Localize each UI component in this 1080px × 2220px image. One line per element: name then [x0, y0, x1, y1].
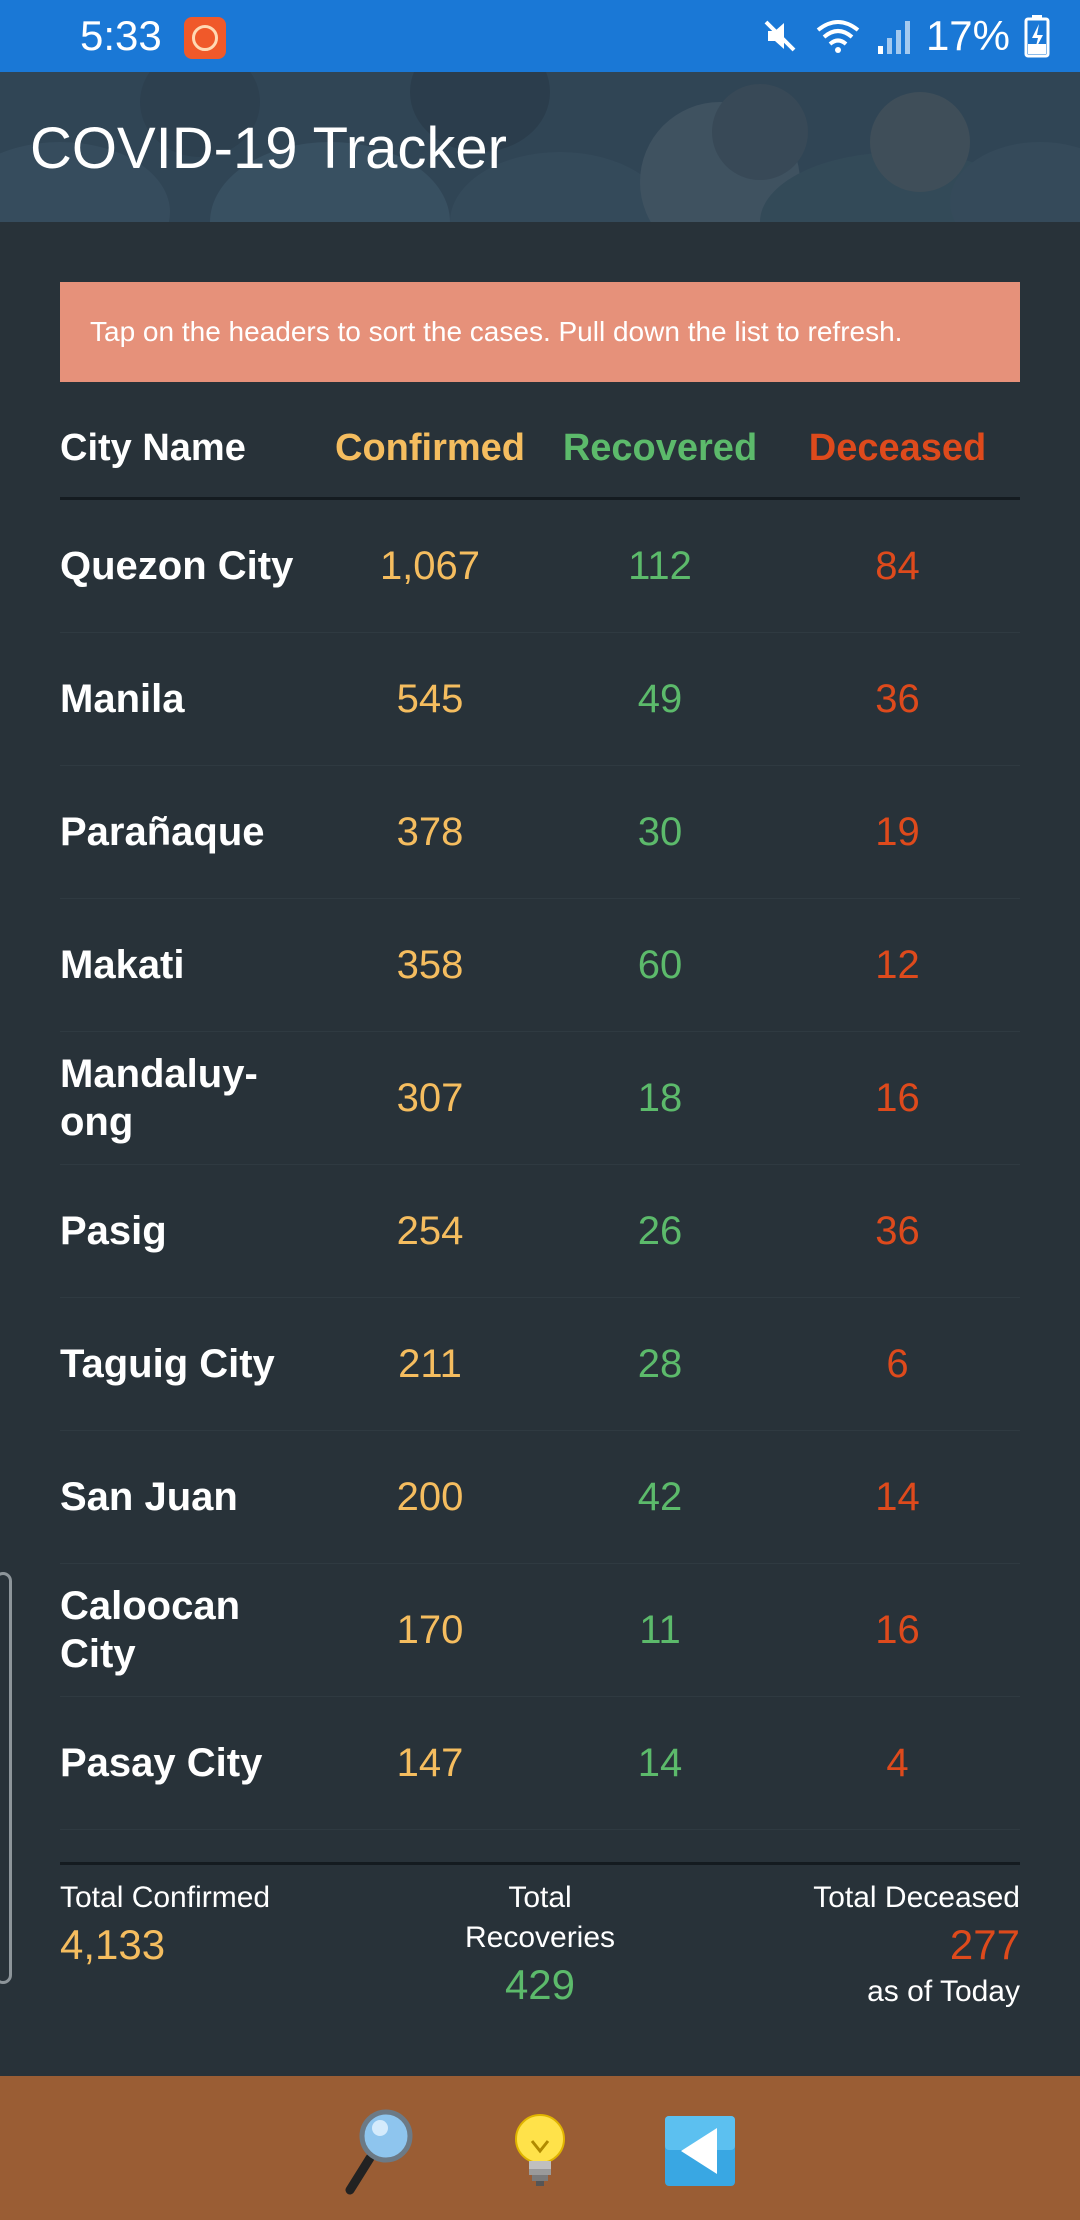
table-row[interactable]: Parañaque 378 30 19: [60, 766, 1020, 899]
total-deceased: Total Deceased 277 as of Today: [813, 1878, 1020, 2012]
total-deceased-value: 277: [949, 1921, 1020, 1968]
city-name: Caloocan City: [60, 1584, 241, 1676]
recovered-count: 49: [637, 676, 683, 721]
confirmed-count: 147: [396, 1740, 464, 1785]
city-name: Manila: [60, 677, 185, 721]
deceased-count: 12: [875, 942, 920, 987]
totals-summary: Total Confirmed 4,133 Total Recoveries 4…: [60, 1878, 1020, 2018]
total-recoveries-label: Total Recoveries: [464, 1881, 616, 1954]
info-banner: Tap on the headers to sort the cases. Pu…: [60, 282, 1020, 382]
city-name: San Juan: [60, 1475, 238, 1519]
confirmed-count: 170: [396, 1607, 464, 1652]
totals-divider: [60, 1862, 1020, 1865]
search-button[interactable]: [340, 2106, 420, 2196]
recovered-count: 30: [637, 809, 683, 854]
deceased-count: 19: [875, 809, 920, 854]
app-header: COVID-19 Tracker: [0, 72, 1080, 222]
battery-percent: 17%: [925, 12, 1010, 59]
confirmed-count: 211: [398, 1341, 462, 1386]
deceased-count: 16: [875, 1607, 920, 1652]
recovered-count: 18: [637, 1075, 683, 1120]
confirmed-count: 200: [396, 1474, 464, 1519]
recovered-count: 60: [637, 942, 683, 987]
deceased-count: 84: [875, 543, 920, 588]
deceased-count: 14: [875, 1474, 920, 1519]
confirmed-count: 307: [396, 1075, 464, 1120]
total-recoveries: Total Recoveries 429: [430, 1878, 650, 2012]
recovered-count: 14: [637, 1740, 683, 1785]
table-row[interactable]: Mandaluy- ong 307 18 16: [60, 1032, 1020, 1165]
as-of-text: as of Today: [867, 1975, 1020, 2008]
table-row[interactable]: San Juan 200 42 14: [60, 1431, 1020, 1564]
city-name: Makati: [60, 943, 185, 987]
back-button[interactable]: [660, 2106, 740, 2196]
header-confirmed[interactable]: Confirmed: [315, 427, 545, 470]
total-deceased-label: Total Deceased: [813, 1881, 1020, 1914]
recovered-count: 11: [639, 1607, 681, 1652]
header-recovered[interactable]: Recovered: [545, 427, 775, 470]
recovered-count: 26: [637, 1208, 683, 1253]
info-banner-text: Tap on the headers to sort the cases. Pu…: [90, 316, 903, 347]
table-row[interactable]: Pasig 254 26 36: [60, 1165, 1020, 1298]
tips-button[interactable]: [500, 2106, 580, 2196]
battery-charging-icon: [1024, 15, 1050, 58]
app-title: COVID-19 Tracker: [30, 116, 507, 181]
status-time: 5:33: [80, 12, 162, 59]
confirmed-count: 358: [396, 942, 464, 987]
status-icons: 17%: [760, 8, 1050, 64]
city-name: Parañaque: [60, 810, 265, 854]
city-name: Pasig: [60, 1209, 167, 1253]
confirmed-count: 254: [396, 1208, 464, 1253]
table-row[interactable]: Quezon City 1,067 112 84: [60, 500, 1020, 633]
bottom-nav: [0, 2076, 1080, 2220]
header-city-name[interactable]: City Name: [60, 427, 315, 470]
deceased-count: 16: [875, 1075, 920, 1120]
deceased-count: 36: [875, 676, 920, 721]
table-row[interactable]: Makati 358 60 12: [60, 899, 1020, 1032]
recovered-count: 42: [637, 1474, 683, 1519]
total-recoveries-value: 429: [504, 1961, 576, 2008]
city-name: Taguig City: [60, 1342, 275, 1386]
table-row[interactable]: Caloocan City 170 11 16: [60, 1564, 1020, 1697]
recovered-count: 28: [637, 1341, 683, 1386]
header-deceased[interactable]: Deceased: [775, 427, 1020, 470]
total-confirmed-label: Total Confirmed: [60, 1881, 271, 1914]
deceased-count: 4: [886, 1740, 909, 1785]
lightbulb-icon: [515, 2114, 565, 2186]
city-name: Pasay City: [60, 1741, 263, 1785]
notification-app-icon: [184, 17, 226, 59]
deceased-count: 36: [875, 1208, 920, 1253]
table-row[interactable]: Manila 545 49 36: [60, 633, 1020, 766]
total-confirmed: Total Confirmed 4,133: [60, 1878, 270, 1972]
mute-icon: [764, 20, 796, 52]
status-bar: 5:33 17%: [0, 0, 1080, 72]
back-icon: [665, 2116, 735, 2186]
recovered-count: 112: [628, 543, 692, 588]
total-confirmed-value: 4,133: [60, 1921, 166, 1968]
signal-icon: [877, 21, 910, 54]
confirmed-count: 1,067: [379, 543, 481, 588]
city-name: Quezon City: [60, 544, 294, 588]
table-row[interactable]: Pasay City 147 14 4: [60, 1697, 1020, 1830]
city-name: Mandaluy- ong: [60, 1052, 258, 1144]
search-icon: [345, 2109, 413, 2195]
edge-panel-handle[interactable]: [0, 1572, 12, 1984]
confirmed-count: 545: [396, 676, 464, 721]
deceased-count: 6: [886, 1341, 909, 1386]
confirmed-count: 378: [396, 809, 464, 854]
table-header: City Name Confirmed Recovered Deceased: [60, 400, 1020, 500]
cases-table[interactable]: City Name Confirmed Recovered Deceased Q…: [60, 400, 1020, 1830]
wifi-icon: [816, 20, 860, 53]
table-row[interactable]: Taguig City 211 28 6: [60, 1298, 1020, 1431]
